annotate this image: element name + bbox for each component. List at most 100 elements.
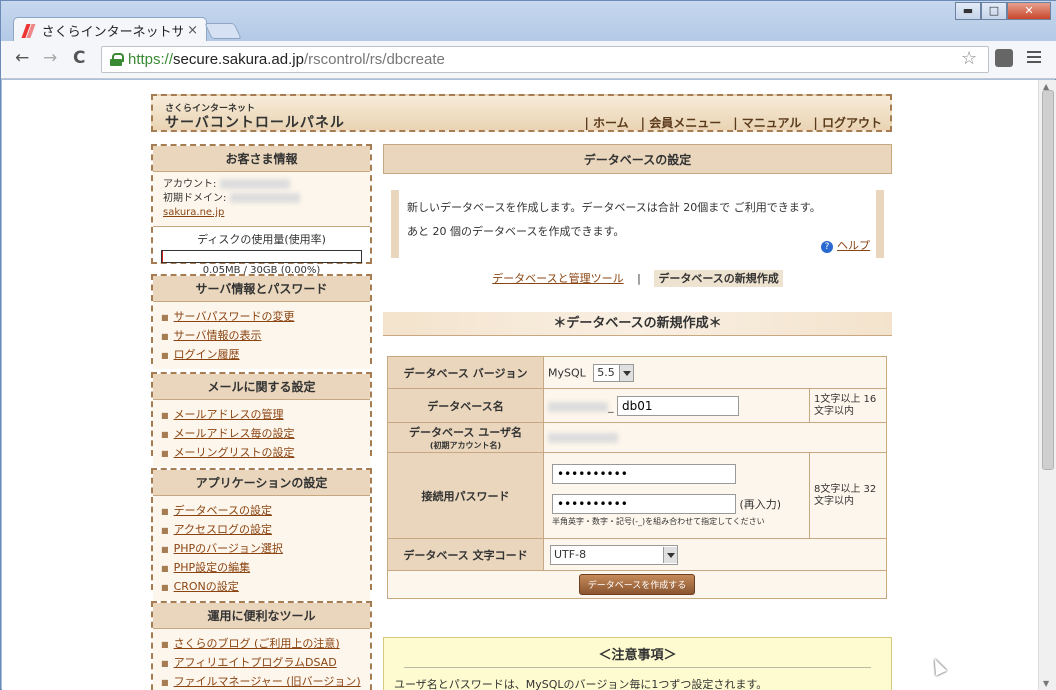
account-redacted	[219, 179, 290, 189]
version-value: 5.5	[597, 366, 615, 379]
forward-icon[interactable]: →	[43, 48, 57, 68]
dbname-label: データベース名	[387, 388, 544, 423]
password-hint: 8文字以上 32文字以内	[809, 452, 887, 539]
tools-title: 運用に便利なツール	[153, 603, 370, 629]
domain-suffix[interactable]: sakura.ne.jp	[163, 207, 224, 218]
disk-usage-bar	[161, 250, 362, 263]
browser-window: さくらインターネットサ × ▬ □ ✕ ← → C https:// secur…	[0, 0, 1056, 690]
vertical-scrollbar[interactable]: ▲ ▼	[1038, 80, 1056, 690]
password-input[interactable]	[552, 464, 736, 484]
back-icon[interactable]: ←	[15, 48, 29, 68]
version-prefix: MySQL	[548, 366, 586, 379]
minimize-button[interactable]: ▬	[955, 2, 981, 20]
info-line-1: 新しいデータベースを作成します。データベースは合計 20個まで ご利用できます。	[407, 201, 821, 214]
account-info: アカウント: 初期ドメイン: sakura.ne.jp	[153, 172, 370, 226]
link-database-settings[interactable]: データベースの設定	[161, 502, 370, 521]
disk-usage-title: ディスクの使用量(使用率)	[153, 226, 370, 247]
menu-icon[interactable]	[1027, 51, 1041, 66]
sub-navigation: データベースと管理ツール | データベースの新規作成	[383, 270, 892, 287]
link-php-version[interactable]: PHPのバージョン選択	[161, 540, 370, 559]
create-section-title: ＊データベースの新規作成＊	[383, 312, 892, 336]
dbname-separator: _	[608, 399, 614, 413]
notes-box: ＜注意事項＞ ユーザ名とパスワードは、MySQLのバージョン毎に1つずつ設定され…	[383, 637, 892, 690]
domain-redacted	[229, 193, 300, 203]
charset-label: データベース 文字コード	[387, 538, 544, 571]
link-change-server-password[interactable]: サーバパスワードの変更	[161, 308, 370, 327]
new-tab-button[interactable]	[204, 23, 242, 39]
app-settings-box: アプリケーションの設定 データベースの設定 アクセスログの設定 PHPのバージョ…	[151, 468, 372, 601]
link-cron-settings[interactable]: CRONの設定	[161, 578, 370, 597]
link-mailing-list-settings[interactable]: メーリングリストの設定	[161, 444, 370, 463]
link-php-settings[interactable]: PHP設定の編集	[161, 559, 370, 578]
address-bar[interactable]: https:// secure.sakura.ad.jp /rscontrol/…	[101, 46, 989, 73]
scrollbar-thumb[interactable]	[1042, 90, 1054, 470]
link-login-history[interactable]: ログイン履歴	[161, 346, 370, 365]
browser-tab[interactable]: さくらインターネットサ ×	[13, 17, 207, 43]
server-info-box: サーバ情報とパスワード サーバパスワードの変更 サーバ情報の表示 ログイン履歴	[151, 274, 372, 369]
dbname-prefix-redacted	[548, 401, 608, 412]
app-settings-title: アプリケーションの設定	[153, 470, 370, 496]
subnav-separator: |	[637, 272, 641, 285]
link-affiliate-program[interactable]: アフィリエイトプログラムDSAD	[161, 654, 370, 673]
nav-member-menu[interactable]: 会員メニュー	[641, 114, 721, 131]
close-window-button[interactable]: ✕	[1007, 2, 1051, 20]
password-note: 半角英字・数字・記号(-_)を組み合わせて指定してください	[552, 517, 765, 526]
link-sakura-blog[interactable]: さくらのブログ (ご利用上の注意)	[161, 635, 370, 654]
dbname-input[interactable]	[617, 395, 739, 416]
extension-icon[interactable]	[995, 49, 1013, 67]
tab-strip: さくらインターネットサ × ▬ □ ✕	[1, 1, 1056, 43]
url-path: /rscontrol/rs/dbcreate	[303, 51, 445, 68]
charset-select[interactable]: UTF-8	[550, 544, 678, 565]
reenter-label: (再入力)	[739, 498, 782, 511]
window-controls: ▬ □ ✕	[955, 2, 1051, 20]
maximize-button[interactable]: □	[981, 2, 1007, 20]
help-link[interactable]: ヘルプ	[821, 234, 870, 258]
customer-info-box: お客さま情報 アカウント: 初期ドメイン: sakura.ne.jp ディスクの…	[151, 144, 372, 276]
page-viewport: さくらインターネット サーバコントロールパネル ホーム 会員メニュー マニュアル…	[2, 80, 1038, 690]
tab-title: さくらインターネットサ	[41, 25, 184, 40]
main-content: データベースの設定 新しいデータベースを作成します。データベースは合計 20個ま…	[383, 144, 892, 599]
bookmark-star-icon[interactable]: ☆	[961, 48, 977, 69]
user-label-main: データベース ユーザ名	[408, 426, 523, 439]
charset-value: UTF-8	[554, 548, 587, 561]
tools-box: 運用に便利なツール さくらのブログ (ご利用上の注意) アフィリエイトプログラム…	[151, 601, 372, 690]
customer-info-title: お客さま情報	[153, 146, 370, 172]
page-title: データベースの設定	[383, 144, 892, 174]
version-label: データベース バージョン	[387, 356, 544, 389]
server-info-title: サーバ情報とパスワード	[153, 276, 370, 302]
disk-usage-fill	[162, 251, 163, 262]
account-label: アカウント:	[163, 179, 217, 190]
notes-title: ＜注意事項＞	[404, 644, 871, 668]
mouse-cursor-icon	[929, 656, 947, 676]
info-box: 新しいデータベースを作成します。データベースは合計 20個まで ご利用できます。…	[391, 190, 884, 258]
password-confirm-input[interactable]	[552, 494, 736, 514]
link-mail-address-manage[interactable]: メールアドレスの管理	[161, 406, 370, 425]
reload-icon[interactable]: C	[73, 48, 85, 68]
domain-label: 初期ドメイン:	[163, 193, 227, 204]
version-select[interactable]: 5.5	[593, 363, 634, 382]
link-mail-address-settings[interactable]: メールアドレス毎の設定	[161, 425, 370, 444]
url-host: secure.sakura.ad.jp	[173, 51, 304, 68]
link-access-log-settings[interactable]: アクセスログの設定	[161, 521, 370, 540]
user-label-sub: (初期アカウント名)	[429, 441, 502, 450]
nav-logout[interactable]: ログアウト	[813, 114, 882, 131]
create-database-button[interactable]: データベースを作成する	[578, 574, 696, 595]
header-nav: ホーム 会員メニュー マニュアル ログアウト	[572, 114, 882, 131]
nav-manual[interactable]: マニュアル	[733, 114, 802, 131]
link-server-info[interactable]: サーバ情報の表示	[161, 327, 370, 346]
info-line-2: あと 20 個のデータベースを作成できます。	[407, 225, 625, 238]
url-scheme: https://	[128, 51, 174, 68]
link-db-and-tools[interactable]: データベースと管理ツール	[492, 272, 623, 285]
scroll-down-icon[interactable]: ▼	[1043, 679, 1049, 688]
dbname-hint: 1文字以上 16文字以内	[809, 388, 887, 423]
lock-icon	[110, 53, 124, 66]
nav-home[interactable]: ホーム	[584, 114, 629, 131]
link-file-manager[interactable]: ファイルマネージャー (旧バージョン)	[161, 673, 370, 690]
subnav-current: データベースの新規作成	[654, 270, 783, 287]
user-label: データベース ユーザ名 (初期アカウント名)	[387, 422, 544, 453]
user-redacted	[548, 433, 618, 443]
tab-close-icon[interactable]: ×	[187, 23, 198, 38]
sakura-favicon-icon	[22, 24, 36, 38]
chevron-down-icon	[663, 546, 677, 563]
create-db-form: データベース バージョン MySQL 5.5 データベース名 _ 1文字以上 1…	[387, 356, 887, 599]
